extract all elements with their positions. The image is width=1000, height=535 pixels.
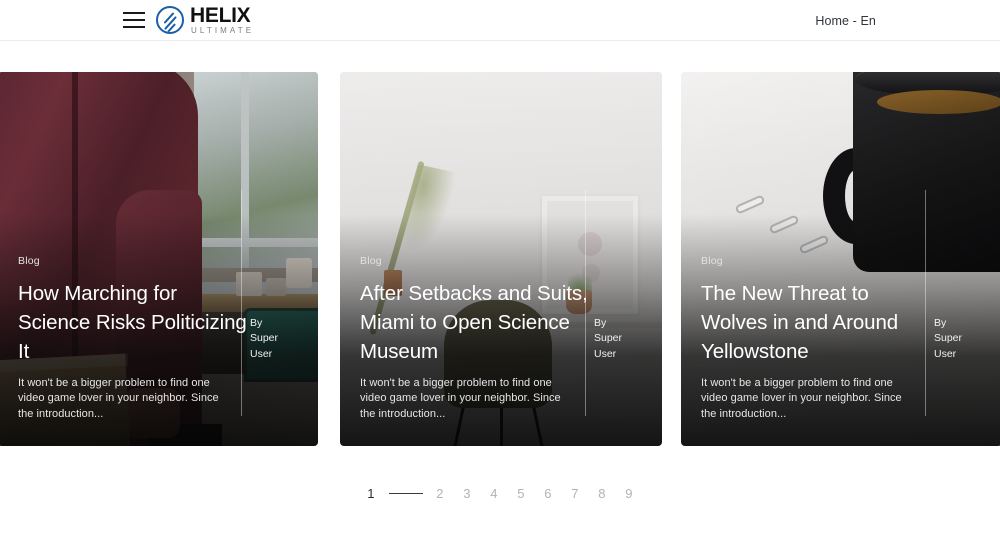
article-excerpt: It won't be a bigger problem to find one…: [360, 376, 561, 420]
pagination-page-6[interactable]: 6: [535, 486, 562, 501]
pagination-page-7[interactable]: 7: [562, 486, 589, 501]
logo-title: HELIX: [190, 4, 251, 27]
header-nav-right: Home - En: [815, 0, 1000, 41]
site-header: HELIX ULTIMATE Home - En: [0, 0, 1000, 41]
logo-subtitle: ULTIMATE: [191, 26, 255, 35]
article-category[interactable]: Blog: [701, 255, 984, 267]
article-card-grid: By Super User Blog How Marching for Scie…: [0, 72, 1000, 446]
article-title[interactable]: After Setbacks and Suits, Miami to Open …: [360, 279, 590, 366]
pagination-active-underline: [388, 492, 423, 494]
pagination-page-4[interactable]: 4: [481, 486, 508, 501]
article-excerpt: It won't be a bigger problem to find one…: [18, 376, 219, 420]
helix-circle-icon: [156, 5, 184, 34]
article-category[interactable]: Blog: [18, 255, 300, 267]
pagination-page-8[interactable]: 8: [589, 486, 616, 501]
article-card[interactable]: By Super User Blog After Setbacks and Su…: [340, 72, 662, 446]
hamburger-bar: [123, 19, 145, 21]
article-category[interactable]: Blog: [360, 255, 644, 267]
hamburger-icon[interactable]: [123, 12, 145, 28]
article-title[interactable]: How Marching for Science Risks Politiciz…: [18, 279, 248, 366]
article-title[interactable]: The New Threat to Wolves in and Around Y…: [701, 279, 931, 366]
article-card-body: Blog After Setbacks and Suits, Miami to …: [340, 255, 662, 447]
article-excerpt: It won't be a bigger problem to find one…: [701, 376, 902, 420]
site-logo[interactable]: HELIX ULTIMATE: [156, 4, 254, 35]
article-card[interactable]: By Super User Blog How Marching for Scie…: [0, 72, 318, 446]
hamburger-bar: [123, 12, 145, 14]
hamburger-bar: [123, 26, 145, 28]
nav-link-home-en[interactable]: Home - En: [815, 14, 876, 28]
pagination-page-5[interactable]: 5: [508, 486, 535, 501]
pagination: 1 2 3 4 5 6 7 8 9: [0, 478, 1000, 508]
pagination-page-3[interactable]: 3: [454, 486, 481, 501]
pagination-page-9[interactable]: 9: [616, 486, 643, 501]
article-card-body: Blog The New Threat to Wolves in and Aro…: [681, 255, 1000, 447]
article-card-body: Blog How Marching for Science Risks Poli…: [0, 255, 318, 447]
article-card[interactable]: By Super User Blog The New Threat to Wol…: [681, 72, 1000, 446]
pagination-page-1[interactable]: 1: [358, 486, 385, 501]
pagination-page-2[interactable]: 2: [427, 486, 454, 501]
logo-text: HELIX ULTIMATE: [190, 4, 254, 35]
